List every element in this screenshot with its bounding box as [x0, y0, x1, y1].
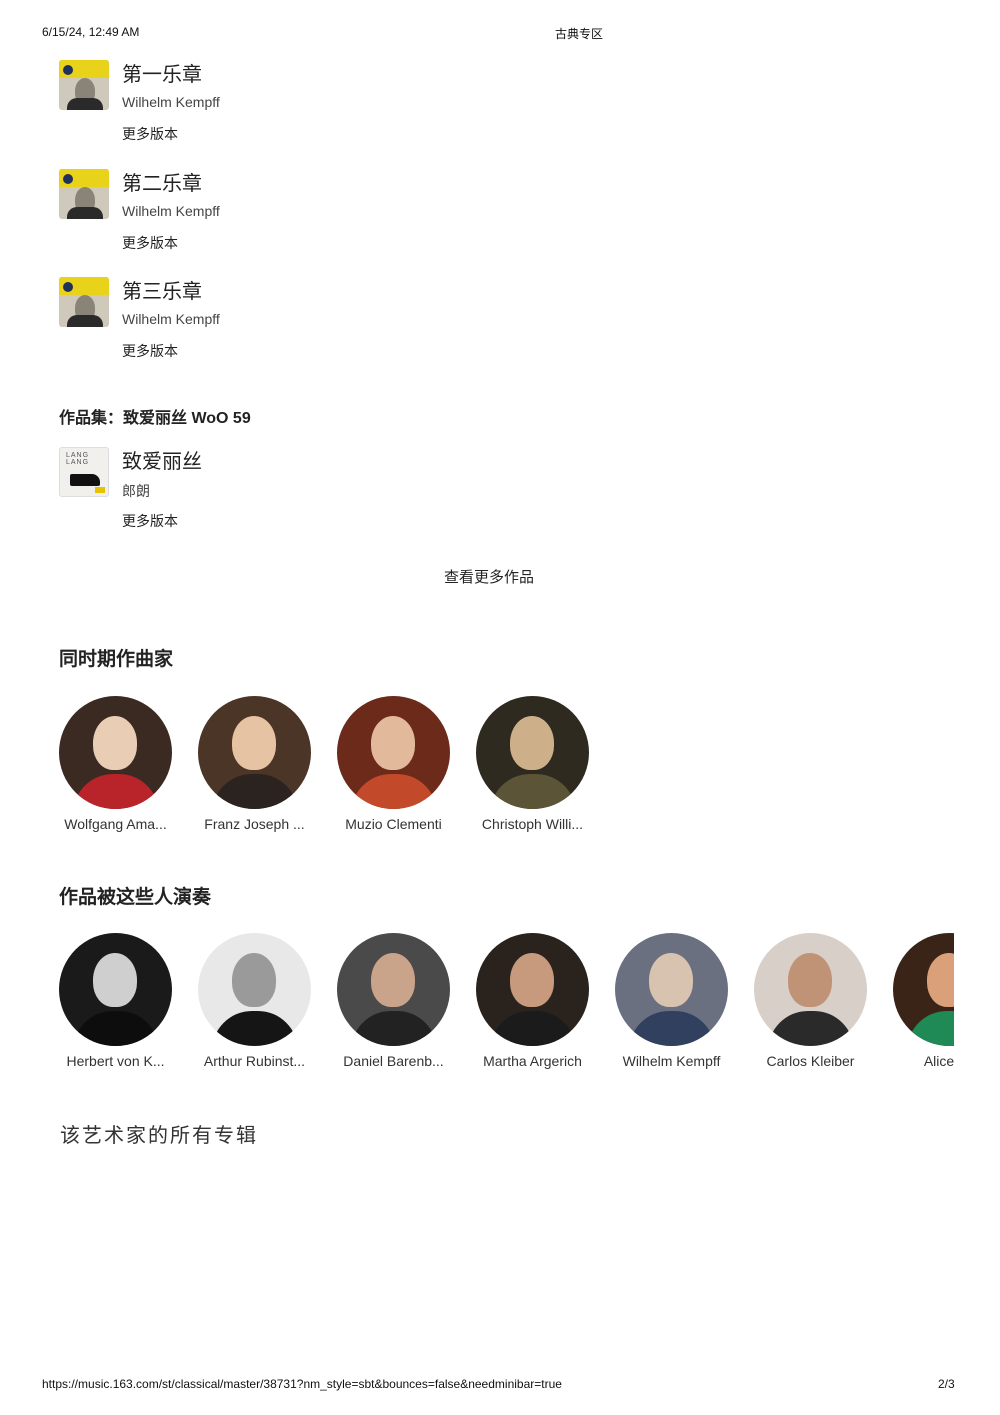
- artist-name[interactable]: Alice Sa: [893, 1053, 954, 1069]
- page-number: 2/3: [938, 1377, 955, 1391]
- artist-name[interactable]: Herbert von K...: [59, 1053, 172, 1069]
- more-versions-link[interactable]: 更多版本: [122, 341, 178, 361]
- performers-row: Herbert von K... Arthur Rubinst... Daniel …: [59, 933, 954, 1083]
- album-cover-image[interactable]: [59, 60, 109, 110]
- track-artist[interactable]: Wilhelm Kempff: [122, 203, 220, 219]
- artist-avatar[interactable]: [198, 933, 311, 1046]
- page-url: https://music.163.com/st/classical/maste…: [42, 1377, 562, 1391]
- track-item[interactable]: 第三乐章 Wilhelm Kempff 更多版本: [59, 277, 459, 372]
- artist-avatar[interactable]: [754, 933, 867, 1046]
- more-versions-link[interactable]: 更多版本: [122, 124, 178, 144]
- artist-avatar[interactable]: [337, 696, 450, 809]
- view-more-works-link[interactable]: 查看更多作品: [0, 566, 978, 587]
- album-cover-image[interactable]: LANG LANG: [59, 447, 109, 497]
- performers-heading: 作品被这些人演奏: [59, 887, 212, 908]
- artist-avatar[interactable]: [615, 933, 728, 1046]
- track-item[interactable]: 第一乐章 Wilhelm Kempff 更多版本: [59, 60, 459, 155]
- track-artist[interactable]: 郎朗: [122, 481, 150, 501]
- all-albums-heading: 该艺术家的所有专辑: [60, 1125, 258, 1147]
- track-title[interactable]: 致爱丽丝: [122, 445, 202, 474]
- artist-name[interactable]: Wolfgang Ama...: [59, 816, 172, 832]
- track-item[interactable]: LANG LANG 致爱丽丝 郎朗 更多版本: [59, 447, 459, 542]
- album-cover-image[interactable]: [59, 169, 109, 219]
- track-title[interactable]: 第二乐章: [122, 167, 202, 196]
- more-versions-link[interactable]: 更多版本: [122, 511, 178, 531]
- artist-name[interactable]: Christoph Willi...: [476, 816, 589, 832]
- artist-avatar[interactable]: [59, 696, 172, 809]
- collection-heading[interactable]: 作品集：致爱丽丝 WoO 59: [59, 404, 251, 428]
- contemporary-composers-heading: 同时期作曲家: [59, 649, 174, 670]
- track-artist[interactable]: Wilhelm Kempff: [122, 94, 220, 110]
- artist-name[interactable]: Daniel Barenb...: [337, 1053, 450, 1069]
- artist-name[interactable]: Martha Argerich: [476, 1053, 589, 1069]
- artist-name[interactable]: Wilhelm Kempff: [615, 1053, 728, 1069]
- artist-avatar[interactable]: [337, 933, 450, 1046]
- artist-avatar[interactable]: [476, 933, 589, 1046]
- contemporary-composers-row: Wolfgang Ama... Franz Joseph ... Muzio Cle…: [59, 696, 954, 846]
- artist-avatar[interactable]: [59, 933, 172, 1046]
- track-artist[interactable]: Wilhelm Kempff: [122, 311, 220, 327]
- print-datetime: 6/15/24, 12:49 AM: [42, 25, 140, 39]
- track-title[interactable]: 第一乐章: [122, 58, 202, 87]
- more-versions-link[interactable]: 更多版本: [122, 233, 178, 253]
- track-item[interactable]: 第二乐章 Wilhelm Kempff 更多版本: [59, 169, 459, 264]
- artist-name[interactable]: Muzio Clementi: [337, 816, 450, 832]
- page-title: 古典专区: [555, 27, 604, 41]
- artist-avatar[interactable]: [476, 696, 589, 809]
- artist-avatar[interactable]: [198, 696, 311, 809]
- album-cover-image[interactable]: [59, 277, 109, 327]
- artist-name[interactable]: Franz Joseph ...: [198, 816, 311, 832]
- artist-name[interactable]: Arthur Rubinst...: [198, 1053, 311, 1069]
- artist-name[interactable]: Carlos Kleiber: [754, 1053, 867, 1069]
- artist-avatar[interactable]: [893, 933, 954, 1046]
- track-title[interactable]: 第三乐章: [122, 275, 202, 304]
